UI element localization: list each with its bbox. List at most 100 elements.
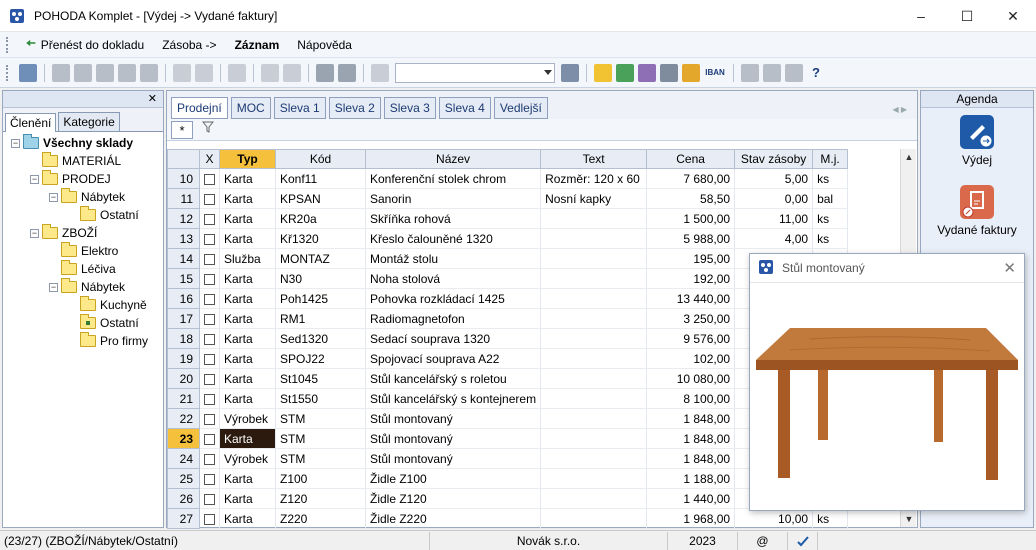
minimize-icon[interactable]: – [898, 0, 944, 32]
tab-scroll-icon[interactable]: ◀ ▶ [892, 105, 907, 114]
tree-item[interactable]: MATERIÁL [30, 152, 121, 170]
collapse-icon[interactable]: − [49, 192, 58, 202]
table-row[interactable]: 18 Karta Sed1320 Sedací souprava 1320 9 576,… [167, 328, 849, 349]
table-row[interactable]: 25 Karta Z100 Židle Z100 1 188,00 [167, 468, 849, 489]
close-icon[interactable]: ✕ [148, 92, 157, 105]
table-row[interactable]: 10 Karta Konf11 Konferenční stolek chrom Roz… [167, 168, 849, 189]
tree-item[interactable]: − ZBOŽÍ [30, 224, 97, 242]
row-checkbox[interactable] [199, 388, 220, 409]
table-row[interactable]: 16 Karta Poh1425 Pohovka rozkládací 1425 13 … [167, 288, 849, 309]
menu-transfer[interactable]: 🠄 Přenést do dokladu [17, 34, 153, 55]
scroll-down-icon[interactable]: ▼ [901, 511, 917, 527]
tab-price-5[interactable]: Sleva 4 [438, 97, 491, 119]
checkbox[interactable] [204, 313, 215, 325]
row-checkbox[interactable] [199, 248, 220, 269]
maximize-icon[interactable]: ☐ [944, 0, 990, 32]
settings-icon[interactable] [283, 63, 301, 82]
panel-icon[interactable] [19, 63, 37, 82]
checkbox[interactable] [204, 413, 215, 425]
collapse-icon[interactable]: − [30, 228, 39, 238]
collapse-icon[interactable]: − [49, 282, 58, 292]
search-combo[interactable] [395, 62, 555, 83]
grid-icon[interactable] [228, 63, 246, 82]
tree-item[interactable]: − PRODEJ [30, 170, 111, 188]
table-row[interactable]: 11 Karta KPSAN Sanorin Nosní kapky 58,50 0,00 b… [167, 188, 849, 209]
paste-icon[interactable] [371, 63, 389, 82]
table-edit-icon[interactable] [638, 63, 656, 82]
row-checkbox[interactable] [199, 268, 220, 289]
checkbox[interactable] [204, 373, 215, 385]
column-header[interactable]: Kód [275, 149, 366, 169]
coins-icon[interactable] [682, 63, 700, 82]
checkbox[interactable] [204, 513, 215, 525]
tree-item[interactable]: Pro firmy [68, 332, 148, 350]
tree-item[interactable]: Elektro [49, 242, 118, 260]
checkbox[interactable] [204, 253, 215, 265]
row-checkbox[interactable] [199, 208, 220, 229]
checkbox[interactable] [204, 453, 215, 465]
tree-item[interactable]: Kuchyně [68, 296, 147, 314]
column-header[interactable]: Cena [646, 149, 736, 169]
table-row[interactable]: 21 Karta St1550 Stůl kancelářský s kontejne… [167, 388, 849, 409]
row-checkbox[interactable] [199, 428, 220, 449]
table-row[interactable]: 13 Karta Kř1320 Křeslo čalouněné 1320 5 988,… [167, 228, 849, 249]
column-header[interactable]: Stav zásoby [734, 149, 814, 169]
row-checkbox[interactable] [199, 488, 220, 509]
save-all-icon[interactable] [338, 63, 356, 82]
export-icon[interactable] [118, 63, 136, 82]
tab-price-4[interactable]: Sleva 3 [383, 97, 436, 119]
menu-help[interactable]: Nápověda [288, 38, 361, 52]
tab-kategorie[interactable]: Kategorie [58, 112, 120, 131]
checkbox[interactable] [204, 193, 215, 205]
tab-price-6[interactable]: Vedlejší [493, 97, 548, 119]
checkbox[interactable] [204, 213, 215, 225]
tab-price-3[interactable]: Sleva 2 [328, 97, 381, 119]
folder-icon[interactable] [594, 63, 612, 82]
filter-icon[interactable] [561, 63, 579, 82]
checkbox[interactable] [204, 473, 215, 485]
window-icon[interactable] [785, 63, 803, 82]
table-row[interactable]: 14 Služba MONTAZ Montáž stolu 195,00 [167, 248, 849, 269]
checkbox[interactable] [204, 393, 215, 405]
checkbox[interactable] [204, 433, 215, 445]
checkbox[interactable] [204, 333, 215, 345]
column-header[interactable] [167, 149, 200, 169]
edit-icon[interactable] [195, 63, 213, 82]
lock-icon[interactable] [140, 63, 158, 82]
message-icon[interactable] [741, 63, 759, 82]
copy-icon[interactable] [52, 63, 70, 82]
help-icon[interactable]: ? [807, 64, 825, 82]
chevron-down-icon[interactable] [544, 69, 552, 75]
preview-icon[interactable] [96, 63, 114, 82]
row-checkbox[interactable] [199, 228, 220, 249]
tree-item[interactable]: − Všechny sklady [11, 134, 133, 152]
checkbox[interactable] [204, 293, 215, 305]
tree-item[interactable]: Léčiva [49, 260, 116, 278]
table-row[interactable]: 23 Karta STM Stůl montovaný 1 848,00 [167, 428, 849, 449]
row-checkbox[interactable] [199, 448, 220, 469]
table-row[interactable]: 24 Výrobek STM Stůl montovaný 1 848,00 [167, 448, 849, 469]
row-checkbox[interactable] [199, 408, 220, 429]
list-icon[interactable] [763, 63, 781, 82]
row-checkbox[interactable] [199, 508, 220, 529]
filter-star[interactable]: * [171, 120, 193, 139]
row-checkbox[interactable] [199, 168, 220, 189]
column-header[interactable]: M.j. [812, 149, 849, 169]
collapse-icon[interactable]: − [11, 138, 20, 148]
menu-stock[interactable]: Zásoba -> [153, 38, 225, 52]
tab-price-1[interactable]: MOC [230, 97, 271, 119]
agenda-vydej[interactable]: Výdej [921, 115, 1033, 167]
table-row[interactable]: 19 Karta SPOJ22 Spojovací souprava A22 102,0… [167, 348, 849, 369]
tree-item[interactable]: − Nábytek [49, 278, 125, 296]
new-record-icon[interactable] [173, 63, 191, 82]
grip-icon[interactable] [6, 36, 9, 53]
table-row[interactable]: 15 Karta N30 Noha stolová 192,00 [167, 268, 849, 289]
tree-item[interactable]: Ostatní [68, 314, 139, 332]
monitor-icon[interactable] [616, 63, 634, 82]
column-header[interactable]: Typ [219, 149, 276, 169]
agenda-vydane-faktury[interactable]: Vydané faktury [921, 185, 1033, 237]
table-row[interactable]: 22 Výrobek STM Stůl montovaný 1 848,00 [167, 408, 849, 429]
checkbox[interactable] [204, 273, 215, 285]
menu-record[interactable]: Záznam [226, 38, 289, 52]
table-row[interactable]: 20 Karta St1045 Stůl kancelářský s roletou 1… [167, 368, 849, 389]
